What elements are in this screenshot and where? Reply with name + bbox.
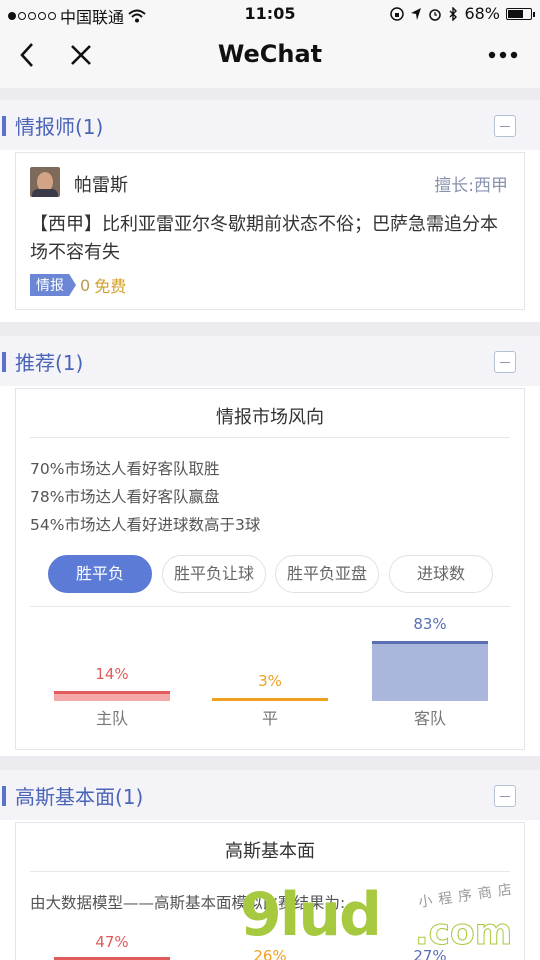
recommend-section: 推荐(1) 情报市场风向 70%市场达人看好客队取胜 78%市场达人看好客队赢盘… [0, 336, 540, 756]
watermark-logo: 9lud 小程序商店 .com [240, 880, 540, 960]
battery-percent: 68% [464, 4, 500, 23]
analyst-section: 情报师(1) 帕雷斯 擅长:西甲 【西甲】比利亚雷亚尔冬歇期前状态不俗；巴萨急需… [0, 100, 540, 322]
more-icon[interactable] [488, 50, 518, 60]
bar-category-label-home: 主队 [95, 709, 128, 728]
market-chart: 14% 主队 3% 平 83% 客队 [16, 609, 524, 749]
battery-icon [506, 7, 535, 20]
bar-value-label-home: 14% [95, 664, 129, 683]
gauss-card-title: 高斯基本面 [225, 841, 315, 862]
bar-top-line-home [54, 690, 170, 694]
recommend-section-title: 推荐(1) [15, 351, 84, 375]
analyst-name: 帕雷斯 [74, 175, 128, 196]
status-right: 68% [390, 4, 535, 23]
gauss-section-title: 高斯基本面(1) [15, 785, 144, 809]
watermark-cn-text: 小程序商店 [417, 881, 519, 911]
divider [30, 437, 510, 438]
market-stat: 70%市场达人看好客队取胜 [30, 460, 220, 478]
market-card-title: 情报市场风向 [216, 407, 324, 428]
market-stat: 54%市场达人看好进球数高于3球 [30, 516, 261, 534]
price-value: 0 [80, 275, 91, 295]
free-label: 免费 [94, 277, 127, 296]
status-bar: 中国联通 11:05 68% [0, 0, 540, 28]
tab-handicap[interactable]: 胜平负让球 [162, 555, 266, 593]
intel-tag: 情报 [30, 274, 76, 296]
bar-top-line-away [372, 641, 488, 644]
bar-column-home: 14% 主队 [54, 609, 170, 749]
gauss-section-header: 高斯基本面(1) [0, 770, 540, 820]
analyst-text: 【西甲】比利亚雷亚尔冬歇期前状态不俗；巴萨急需追分本场不容有失 [30, 214, 498, 263]
watermark-logo-text: 9lud [240, 880, 382, 950]
bar-top-line-draw [212, 698, 328, 701]
tab-win-draw-lose[interactable]: 胜平负 [48, 555, 152, 593]
collapse-icon[interactable] [494, 115, 516, 137]
tab-asian-handicap[interactable]: 胜平负亚盘 [275, 555, 379, 593]
bar-column-draw: 3% 平 [212, 609, 328, 749]
analyst-section-header: 情报师(1) [0, 100, 540, 150]
section-accent-bar [2, 116, 6, 136]
location-icon [411, 7, 422, 20]
market-card: 情报市场风向 70%市场达人看好客队取胜 78%市场达人看好客队赢盘 54%市场… [15, 388, 525, 750]
divider [30, 871, 510, 872]
market-stat: 78%市场达人看好客队赢盘 [30, 488, 220, 506]
section-accent-bar [2, 352, 6, 372]
rotation-lock-icon [390, 6, 405, 21]
bar-value-label-draw: 3% [258, 672, 282, 690]
section-accent-bar [2, 786, 6, 806]
price-row: 情报 0 免费 [30, 273, 126, 297]
recommend-section-header: 推荐(1) [0, 336, 540, 386]
bar-category-label-draw: 平 [261, 709, 278, 728]
bar-category-label-away: 客队 [413, 709, 446, 728]
analyst-card[interactable]: 帕雷斯 擅长:西甲 【西甲】比利亚雷亚尔冬歇期前状态不俗；巴萨急需追分本场不容有… [15, 152, 525, 310]
nav-bar: WeChat [0, 28, 540, 88]
divider [30, 606, 510, 607]
bar-column-away: 83% 客队 [372, 609, 488, 749]
avatar [30, 167, 60, 197]
collapse-icon[interactable] [494, 785, 516, 807]
analyst-section-title: 情报师(1) [15, 115, 104, 139]
watermark-com-text: .com [414, 912, 513, 954]
nav-title: WeChat [217, 40, 323, 68]
bar-value-label-away: 83% [413, 615, 447, 633]
alarm-icon [429, 8, 442, 21]
tab-goals[interactable]: 进球数 [389, 555, 493, 593]
gauss-home-pct: 47% [95, 933, 129, 951]
bluetooth-icon [449, 6, 458, 21]
bar-away [372, 641, 488, 701]
collapse-icon[interactable] [494, 351, 516, 373]
battery-fill [508, 9, 523, 18]
analyst-specialty: 擅长:西甲 [434, 176, 508, 196]
